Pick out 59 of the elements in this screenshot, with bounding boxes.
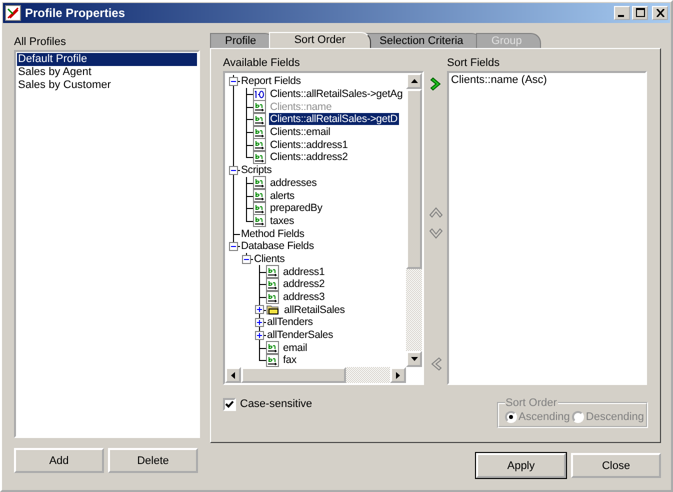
tree-item[interactable]: fax — [282, 354, 298, 366]
tree-item[interactable]: allTenderSales — [266, 329, 334, 342]
profile-item[interactable]: Default Profile — [17, 53, 197, 66]
tree-item[interactable]: address2 — [282, 278, 326, 290]
folder-icon — [266, 303, 280, 316]
tree-item[interactable]: Report Fields — [240, 75, 302, 88]
expand-toggle[interactable] — [229, 242, 238, 251]
tree-item[interactable]: addresses — [269, 176, 318, 189]
tree-item[interactable]: Clients::allRetailSales->getAg — [269, 88, 404, 100]
tree-item[interactable]: Clients::address1 — [269, 138, 349, 151]
check-icon — [225, 400, 234, 408]
app-icon — [5, 5, 21, 21]
window-title: Profile Properties — [25, 6, 126, 20]
available-fields-label: Available Fields — [223, 57, 301, 70]
tree-item[interactable]: Clients::allRetailSales->getD — [269, 113, 399, 126]
tree-item[interactable]: Method Fields — [240, 228, 306, 240]
tree-item[interactable]: Clients — [253, 252, 286, 265]
maximize-button[interactable] — [632, 6, 648, 20]
expand-toggle[interactable] — [229, 77, 238, 86]
expand-toggle[interactable] — [255, 305, 264, 314]
case-sensitive-checkbox[interactable]: Case-sensitive — [223, 397, 312, 411]
sort-field-item[interactable]: Clients::name (Asc) — [450, 74, 644, 87]
tree-item[interactable]: preparedBy — [269, 202, 324, 214]
tree-item[interactable]: address1 — [282, 266, 326, 278]
expand-toggle[interactable] — [229, 166, 238, 175]
tree-item[interactable]: Database Fields — [240, 240, 315, 252]
profiles-label: All Profiles — [14, 36, 67, 49]
tree-item[interactable]: taxes — [269, 214, 296, 227]
tree-item[interactable]: allTenders — [266, 316, 314, 328]
tree-item[interactable]: address3 — [282, 291, 326, 304]
tree-item[interactable]: Clients::address2 — [269, 151, 349, 164]
group-title: Sort Order — [504, 397, 558, 409]
scroll-right-icon[interactable] — [396, 372, 400, 378]
horizontal-scrollbar[interactable] — [225, 367, 406, 383]
delete-button[interactable]: Delete — [108, 448, 198, 473]
close-button[interactable]: Close — [571, 453, 661, 478]
expand-toggle[interactable] — [255, 330, 264, 340]
scroll-up-icon[interactable] — [410, 79, 418, 83]
profile-item[interactable]: Sales by Agent — [17, 66, 197, 79]
tree-item[interactable]: alerts — [269, 190, 296, 202]
close-button[interactable] — [652, 6, 668, 20]
scroll-down-icon[interactable] — [410, 357, 418, 361]
tree-item[interactable]: Clients::email — [269, 126, 332, 138]
sort-fields-label: Sort Fields — [447, 57, 501, 70]
expand-toggle[interactable] — [255, 318, 264, 328]
tree-item[interactable]: Scripts — [240, 164, 273, 176]
apply-button[interactable]: Apply — [476, 453, 566, 478]
profile-item[interactable]: Sales by Customer — [17, 79, 197, 92]
minimize-button[interactable] — [614, 6, 630, 20]
vertical-scrollbar[interactable] — [406, 73, 422, 367]
number-field-icon — [253, 88, 266, 101]
maximize-icon — [636, 8, 644, 17]
close-icon — [656, 9, 664, 17]
add-button[interactable]: Add — [14, 448, 104, 473]
tree-item[interactable]: allRetailSales — [283, 304, 346, 316]
scroll-left-icon[interactable] — [231, 372, 235, 378]
tree-item[interactable]: email — [282, 342, 308, 354]
expand-toggle[interactable] — [242, 254, 251, 264]
tab[interactable]: Sort Order — [269, 32, 371, 48]
